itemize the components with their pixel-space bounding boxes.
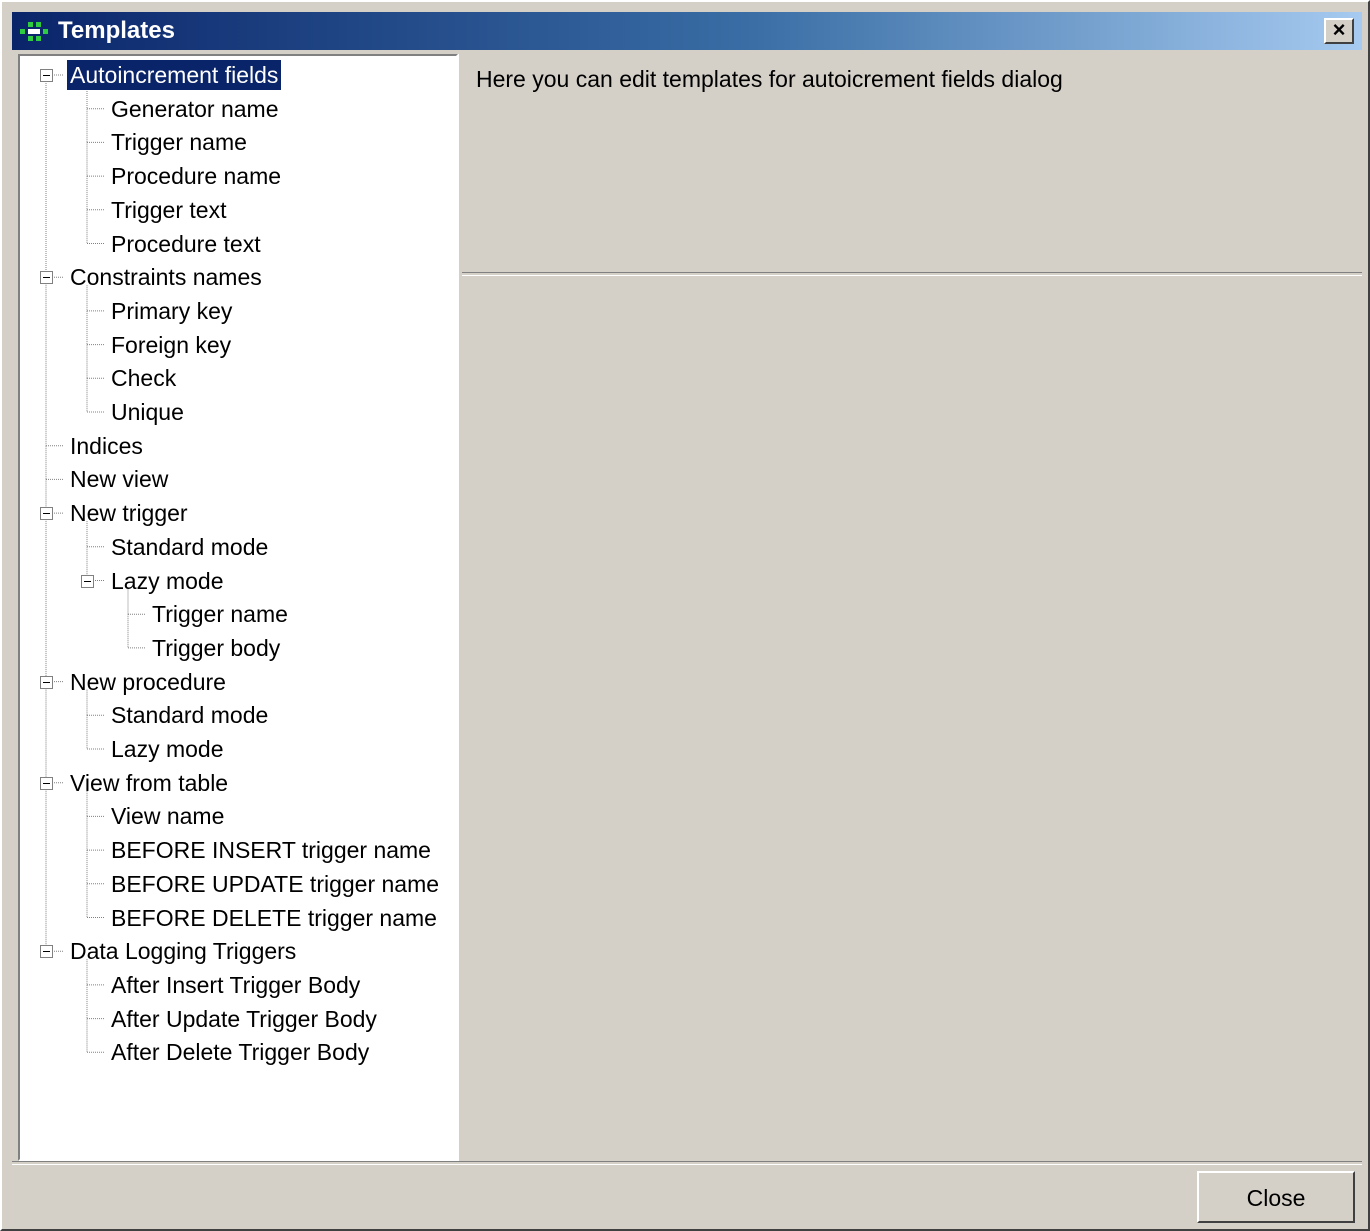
tree-item[interactable]: Unique [108, 397, 187, 427]
title-bar[interactable]: Templates × [12, 12, 1362, 50]
tree-item[interactable]: Trigger name [149, 599, 291, 629]
collapse-icon[interactable] [40, 776, 53, 790]
tree-item[interactable]: After Delete Trigger Body [108, 1037, 372, 1067]
window-title: Templates [58, 17, 175, 44]
tree-item[interactable]: New procedure [67, 667, 229, 697]
collapse-icon[interactable] [40, 675, 53, 689]
templates-app-icon [20, 22, 48, 41]
tree-item[interactable]: Check [108, 363, 179, 393]
tree-item[interactable]: Generator name [108, 94, 281, 124]
tree-item[interactable]: Standard mode [108, 700, 271, 730]
tree-item[interactable]: New trigger [67, 498, 191, 528]
tree-item[interactable]: New view [67, 464, 171, 494]
collapse-icon[interactable] [40, 271, 53, 285]
tree-item[interactable]: Trigger text [108, 195, 229, 225]
close-icon[interactable]: × [1324, 18, 1354, 44]
template-editor-area[interactable] [462, 276, 1362, 1161]
tree-item[interactable]: Constraints names [67, 262, 265, 292]
tree-item[interactable]: Data Logging Triggers [67, 936, 299, 966]
tree-item[interactable]: Standard mode [108, 532, 271, 562]
tree-item[interactable]: Procedure text [108, 229, 264, 259]
templates-tree[interactable]: Autoincrement fields Generator name Trigge… [18, 54, 458, 1161]
description-text: Here you can edit templates for autoicre… [476, 66, 1063, 92]
tree-item[interactable]: BEFORE UPDATE trigger name [108, 869, 442, 899]
tree-item[interactable]: Lazy mode [108, 566, 227, 596]
description-panel: Here you can edit templates for autoicre… [462, 54, 1362, 274]
collapse-icon[interactable] [40, 507, 53, 521]
tree-item[interactable]: Autoincrement fields [67, 60, 282, 90]
tree-item[interactable]: Lazy mode [108, 734, 227, 764]
templates-dialog: Templates × Autoincrement fields Generato… [0, 0, 1370, 1231]
tree-item[interactable]: Trigger body [149, 633, 283, 663]
tree-item[interactable]: Foreign key [108, 330, 234, 360]
collapse-icon[interactable] [81, 574, 94, 588]
footer-divider [12, 1161, 1362, 1165]
tree-item[interactable]: Primary key [108, 296, 235, 326]
tree-item[interactable]: BEFORE INSERT trigger name [108, 835, 434, 865]
tree-item[interactable]: BEFORE DELETE trigger name [108, 903, 440, 933]
collapse-icon[interactable] [40, 69, 53, 82]
tree-item[interactable]: Indices [67, 431, 146, 461]
tree-item[interactable]: View from table [67, 768, 231, 798]
tree-item[interactable]: After Update Trigger Body [108, 1004, 380, 1034]
close-button[interactable]: Close [1197, 1171, 1355, 1223]
collapse-icon[interactable] [40, 945, 53, 959]
tree-item[interactable]: After Insert Trigger Body [108, 970, 363, 1000]
tree-item[interactable]: Procedure name [108, 161, 284, 191]
tree-item[interactable]: Trigger name [108, 127, 250, 157]
tree-item[interactable]: View name [108, 801, 227, 831]
